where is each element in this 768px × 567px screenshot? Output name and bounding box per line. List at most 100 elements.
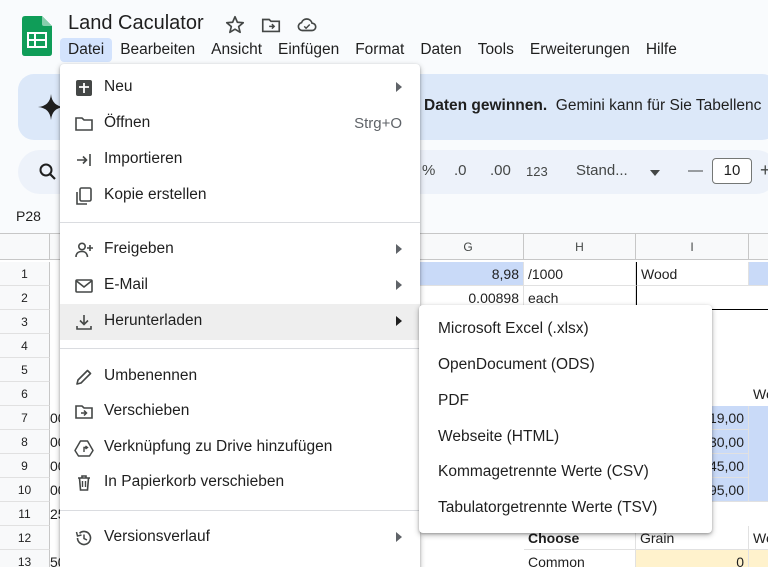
banner-body-text: Gemini kann für Sie Tabellenc	[555, 97, 762, 114]
menu-item-label: Importieren	[104, 150, 183, 167]
menu-item-import[interactable]: Importieren	[60, 142, 420, 178]
menu-format[interactable]: Format	[347, 38, 412, 62]
cell-h13[interactable]: Common	[524, 550, 636, 567]
cell-i13[interactable]: 0	[636, 550, 749, 567]
row-header[interactable]: 5	[0, 358, 50, 382]
column-header[interactable]	[749, 234, 768, 260]
more-formats-button[interactable]: 123	[526, 164, 548, 179]
download-xlsx[interactable]: Microsoft Excel (.xlsx)	[438, 320, 589, 338]
import-icon	[77, 154, 91, 166]
trash-icon	[78, 475, 90, 491]
search-icon[interactable]	[38, 162, 58, 182]
menu-item-label: Herunterladen	[104, 312, 203, 329]
menu-item-trash[interactable]: In Papierkorb verschieben	[60, 465, 420, 501]
row-header[interactable]: 12	[0, 526, 50, 550]
submenu-arrow-icon	[396, 244, 402, 254]
cell-j12[interactable]: We	[749, 526, 768, 550]
cloud-saved-icon[interactable]	[296, 14, 318, 36]
menu-item-label: Neu	[104, 78, 133, 95]
menu-separator	[60, 222, 420, 223]
submenu-arrow-icon	[396, 532, 402, 542]
cell-j6[interactable]: We	[749, 382, 768, 406]
menu-item-version-history[interactable]: Versionsverlauf	[60, 520, 420, 556]
banner-bold-text: Daten gewinnen.	[424, 97, 548, 114]
download-pdf[interactable]: PDF	[438, 392, 469, 410]
file-menu: Neu Öffnen Strg+O Importieren Kopie erst…	[60, 64, 420, 567]
menu-separator	[60, 510, 420, 511]
menu-item-rename[interactable]: Umbenennen	[60, 359, 420, 395]
banner-text: Daten gewinnen. Gemini kann für Sie Tabe…	[424, 97, 761, 115]
menu-file[interactable]: Datei	[60, 38, 113, 62]
row-header[interactable]: 13	[0, 550, 50, 567]
move-folder-icon	[75, 405, 93, 419]
menu-item-label: Verschieben	[104, 402, 190, 419]
column-header-g[interactable]: G	[413, 234, 524, 260]
download-submenu: Microsoft Excel (.xlsx) OpenDocument (OD…	[419, 305, 712, 533]
cell-h1[interactable]: /1000	[524, 262, 636, 286]
menu-item-download[interactable]: Herunterladen	[60, 304, 420, 340]
font-size-input[interactable]: 10	[712, 158, 752, 184]
menu-item-label: Öffnen	[104, 114, 151, 131]
menu-item-move[interactable]: Verschieben	[60, 394, 420, 430]
menu-view[interactable]: Ansicht	[203, 38, 270, 62]
decrease-font-size-button[interactable]: —	[688, 162, 703, 179]
menu-item-email[interactable]: E-Mail	[60, 268, 420, 304]
font-family-select[interactable]: Stand...	[576, 162, 628, 179]
row-header[interactable]: 1	[0, 262, 50, 286]
document-title[interactable]: Land Caculator	[68, 12, 204, 35]
increase-font-size-button[interactable]: +	[760, 160, 768, 181]
download-icon	[76, 315, 92, 330]
column-header-i[interactable]: I	[636, 234, 749, 260]
menu-data[interactable]: Daten	[412, 38, 469, 62]
cell-g1[interactable]: 8,98	[413, 262, 524, 286]
font-dropdown-caret-icon[interactable]	[650, 170, 660, 176]
menu-help[interactable]: Hilfe	[638, 38, 685, 62]
cell-j1[interactable]	[749, 262, 768, 286]
format-percent-button[interactable]: %	[422, 162, 435, 179]
row-header[interactable]: 6	[0, 382, 50, 406]
drive-shortcut-icon	[74, 440, 94, 457]
menu-item-new[interactable]: Neu	[60, 70, 420, 106]
menu-item-label: In Papierkorb verschieben	[104, 473, 285, 490]
row-header[interactable]: 11	[0, 502, 50, 526]
menu-insert[interactable]: Einfügen	[270, 38, 347, 62]
menu-item-share[interactable]: Freigeben	[60, 232, 420, 268]
menu-item-label: Verknüpfung zu Drive hinzufügen	[104, 438, 333, 455]
menu-item-label: Kopie erstellen	[104, 186, 207, 203]
menu-item-add-shortcut[interactable]: Verknüpfung zu Drive hinzufügen	[60, 430, 420, 466]
row-header[interactable]: 7	[0, 406, 50, 430]
submenu-arrow-icon	[396, 82, 402, 92]
menu-extensions[interactable]: Erweiterungen	[522, 38, 638, 62]
submenu-arrow-icon	[396, 280, 402, 290]
select-all-corner[interactable]	[0, 234, 50, 260]
move-folder-icon[interactable]	[260, 14, 282, 36]
menu-tools[interactable]: Tools	[470, 38, 522, 62]
decrease-decimal-button[interactable]: .0	[454, 162, 467, 179]
row-header[interactable]: 2	[0, 286, 50, 310]
menu-item-label: E-Mail	[104, 276, 148, 293]
row-header[interactable]: 8	[0, 430, 50, 454]
row-header[interactable]: 4	[0, 334, 50, 358]
folder-icon	[75, 117, 93, 131]
cell-j7-j10[interactable]	[749, 406, 768, 502]
row-header[interactable]: 9	[0, 454, 50, 478]
sheets-logo-icon[interactable]	[22, 16, 52, 56]
increase-decimal-button[interactable]: .00	[490, 162, 511, 179]
cell-j13[interactable]	[749, 550, 768, 567]
name-box[interactable]: P28	[16, 208, 41, 224]
menu-bar: Datei Bearbeiten Ansicht Einfügen Format…	[60, 38, 685, 62]
menu-item-label: Freigeben	[104, 240, 174, 257]
submenu-arrow-icon	[396, 316, 402, 326]
row-header[interactable]: 10	[0, 478, 50, 502]
download-tsv[interactable]: Tabulatorgetrennte Werte (TSV)	[438, 499, 657, 517]
download-html[interactable]: Webseite (HTML)	[438, 428, 559, 446]
download-ods[interactable]: OpenDocument (ODS)	[438, 356, 595, 374]
menu-edit[interactable]: Bearbeiten	[112, 38, 203, 62]
menu-item-make-copy[interactable]: Kopie erstellen	[60, 178, 420, 214]
cell-i1[interactable]: Wood	[636, 262, 749, 286]
menu-item-open[interactable]: Öffnen Strg+O	[60, 106, 420, 142]
row-header[interactable]: 3	[0, 310, 50, 334]
column-header-h[interactable]: H	[524, 234, 636, 260]
download-csv[interactable]: Kommagetrennte Werte (CSV)	[438, 463, 649, 481]
star-icon[interactable]	[224, 14, 246, 36]
